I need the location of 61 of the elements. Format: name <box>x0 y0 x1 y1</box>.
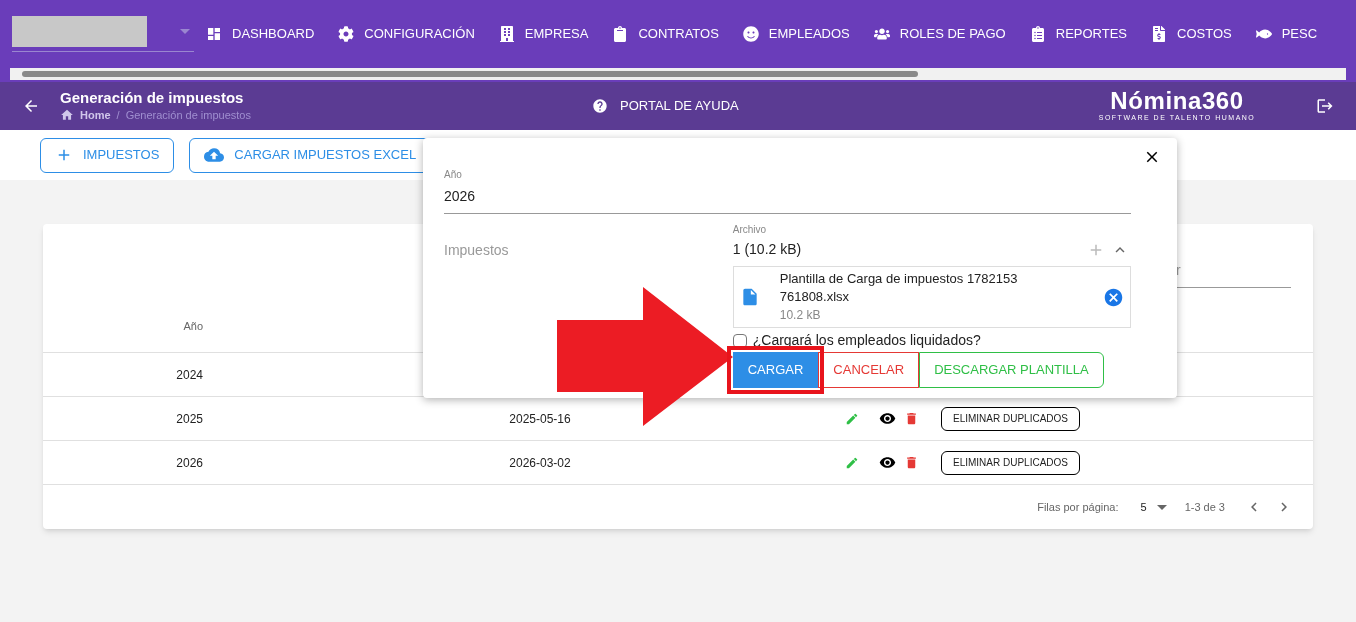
logout-icon[interactable] <box>1316 97 1334 115</box>
help-icon <box>592 98 608 114</box>
remove-duplicates-button[interactable]: ELIMINAR DUPLICADOS <box>941 450 1081 475</box>
eye-icon[interactable] <box>879 410 896 427</box>
company-select[interactable] <box>12 16 194 52</box>
nav-item[interactable]: EMPLEADOS <box>730 24 862 44</box>
breadcrumb-current: Generación de impuestos <box>125 107 251 123</box>
logo-wordmark: Nómina360 <box>1110 88 1244 113</box>
nav-item[interactable]: DASHBOARD <box>194 24 327 44</box>
column-header[interactable]: Año <box>43 317 203 335</box>
dashboard-icon <box>206 26 222 42</box>
users-icon <box>873 26 890 42</box>
nav-item[interactable]: ROLES DE PAGO <box>861 24 1018 44</box>
breadcrumb-link[interactable]: Home <box>80 106 111 124</box>
caret-icon <box>1156 504 1167 510</box>
field-value: 2026 <box>444 187 477 206</box>
eye-icon[interactable] <box>879 454 896 471</box>
remove-file-icon[interactable] <box>1103 286 1124 308</box>
face-icon <box>742 26 759 42</box>
file-field-label: Archivo <box>732 223 768 237</box>
home-icon <box>60 108 74 122</box>
table-cell-text: 2026-03-02 <box>509 454 571 472</box>
section-label: Impuestos <box>444 241 510 260</box>
table-cell-text: 2026 <box>175 454 203 472</box>
field-label: Año <box>444 168 463 182</box>
cancel-button[interactable]: CANCELAR <box>818 352 920 388</box>
nav-item[interactable]: PESC <box>1243 24 1330 44</box>
edit-pencil-icon[interactable] <box>845 411 859 426</box>
table-cell-text: 2024 <box>175 366 203 384</box>
cloud-upload-icon <box>204 145 225 165</box>
building-icon <box>498 26 515 42</box>
invoice-icon <box>1151 26 1168 42</box>
nav-item[interactable]: COSTOS <box>1139 24 1244 44</box>
add-tax-button[interactable]: IMPUESTOS <box>40 137 175 173</box>
file-summary: 1 (10.2 kB) <box>732 240 802 259</box>
nav-item[interactable]: CONTRATOS <box>600 24 731 44</box>
nav-item[interactable]: EMPRESA <box>486 24 601 44</box>
trash-icon[interactable] <box>904 411 919 426</box>
gear-icon <box>338 26 355 42</box>
clipboard-icon <box>612 26 629 42</box>
table-cell-text: 2025-05-16 <box>509 410 571 428</box>
breadcrumb-separator: / <box>116 107 120 123</box>
caret-icon <box>180 29 190 34</box>
rows-per-page-select[interactable]: 5 <box>1140 498 1167 516</box>
nav-item[interactable]: CONFIGURACIÓN <box>326 24 487 44</box>
clipboard-list-icon <box>1029 26 1046 42</box>
file-name: Plantilla de Carga de impuestos 1782153761808.xlsx <box>779 270 1019 306</box>
scrollbar[interactable] <box>10 68 1346 80</box>
edit-pencil-icon[interactable] <box>845 455 859 470</box>
file-size: 10.2 kB <box>779 307 822 324</box>
rows-per-page-label: Filas por página: <box>1037 499 1119 515</box>
help-portal-link[interactable]: PORTAL DE AYUDA <box>592 96 739 116</box>
checkbox[interactable] <box>732 333 747 348</box>
remove-duplicates-button[interactable]: ELIMINAR DUPLICADOS <box>941 406 1081 431</box>
trash-icon[interactable] <box>904 455 919 470</box>
page-title: Generación de impuestos <box>60 88 245 107</box>
scrollbar-thumb[interactable] <box>22 71 918 77</box>
year-field[interactable]: Año 2026 <box>444 167 1131 214</box>
page-range: 1-3 de 3 <box>1184 499 1225 515</box>
nav-item[interactable]: REPORTES <box>1017 24 1140 44</box>
table-cell-text: 2025 <box>175 410 203 428</box>
